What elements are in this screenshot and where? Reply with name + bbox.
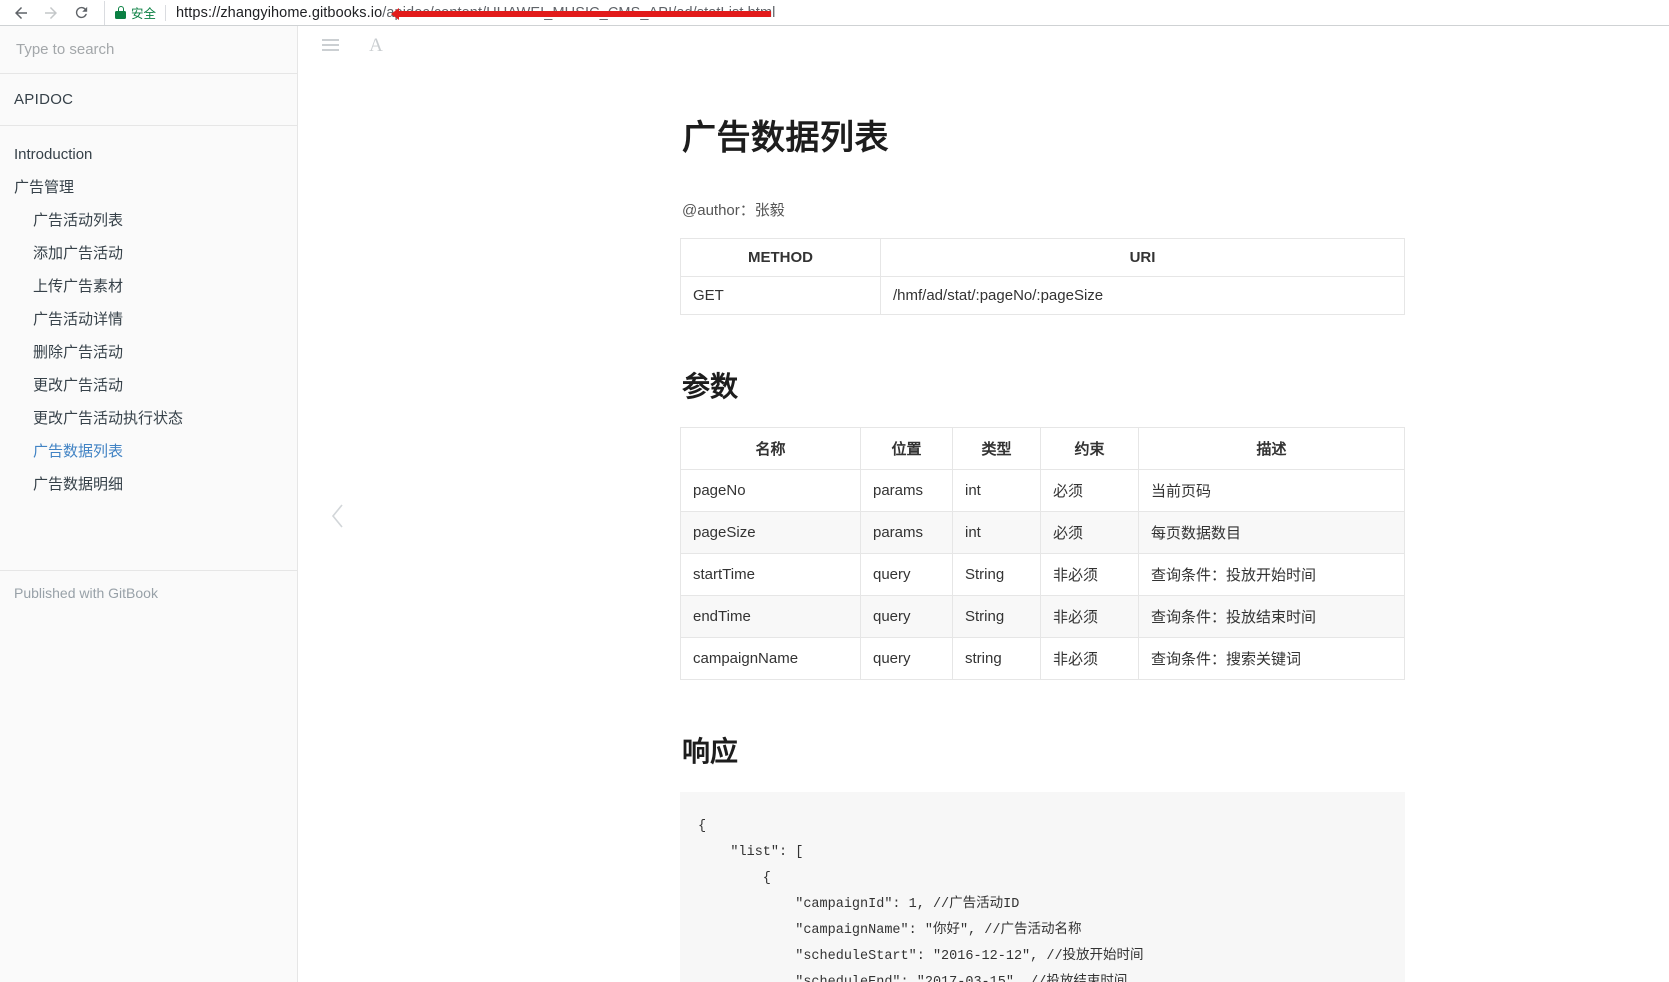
table-row: campaignName query string 非必须 查询条件：搜索关键词 [680,637,1405,680]
cell-param-constraint: 非必须 [1040,553,1139,596]
table-row: GET /hmf/ad/stat/:pageNo/:pageSize [680,276,1405,315]
reload-button[interactable] [66,1,96,25]
column-header-constraint: 约束 [1040,427,1139,470]
search-input[interactable] [14,40,283,59]
url-visible-part: https://zhangyihome.gitbooks.io [176,4,383,21]
cell-param-type: int [952,511,1041,554]
column-header-name: 名称 [680,427,861,470]
omnibox-divider [165,4,167,21]
table-row: pageNo params int 必须 当前页码 [680,469,1405,512]
sidebar-item-delete-campaign[interactable]: 删除广告活动 [0,336,297,369]
main-content-area: A 广告数据列表 @author：张毅 METHOD URI GET /hmf/… [298,26,1669,982]
cell-param-position: params [860,469,953,512]
cell-param-description: 查询条件：搜索关键词 [1138,637,1405,680]
cell-uri-value: /hmf/ad/stat/:pageNo/:pageSize [880,276,1405,315]
author-line: @author：张毅 [682,202,785,219]
cell-param-description: 查询条件：投放开始时间 [1138,553,1405,596]
cell-param-name: endTime [680,595,861,638]
sidebar-search-box[interactable] [0,26,297,74]
column-header-uri: URI [880,238,1405,277]
response-heading: 响应 [682,736,739,767]
sidebar-item-ad-data-detail[interactable]: 广告数据明细 [0,468,297,501]
sidebar-item-introduction[interactable]: Introduction [0,138,297,171]
cell-param-type: String [952,595,1041,638]
table-row: endTime query String 非必须 查询条件：投放结束时间 [680,595,1405,638]
cell-param-position: query [860,553,953,596]
content-toolbar: A [298,26,1669,64]
cell-param-description: 查询条件：投放结束时间 [1138,595,1405,638]
column-header-type: 类型 [952,427,1041,470]
table-row: pageSize params int 必须 每页数据数目 [680,511,1405,554]
reload-icon [75,6,87,19]
font-settings-button[interactable]: A [364,33,388,57]
cell-param-description: 每页数据数目 [1138,511,1405,554]
cell-param-constraint: 必须 [1040,511,1139,554]
sidebar: APIDOC Introduction 广告管理 广告活动列表 添加广告活动 上… [0,26,298,982]
params-heading: 参数 [682,371,739,402]
lock-icon [115,6,126,19]
redaction-annotation-arrow [391,7,772,20]
previous-page-button[interactable] [324,496,352,536]
response-code-block: { "list": [ { "campaignId": 1, //广告活动ID … [680,792,1405,982]
table-header-row: 名称 位置 类型 约束 描述 [680,427,1405,470]
column-header-description: 描述 [1138,427,1405,470]
cell-param-type: String [952,553,1041,596]
column-header-position: 位置 [860,427,953,470]
cell-param-constraint: 非必须 [1040,637,1139,680]
cell-param-name: pageNo [680,469,861,512]
page-title: 广告数据列表 [682,119,889,157]
document-content: 广告数据列表 @author：张毅 METHOD URI GET /hmf/ad… [680,64,1410,982]
cell-param-position: query [860,595,953,638]
chevron-left-icon [331,504,343,528]
cell-method-value: GET [680,276,881,315]
browser-toolbar: 安全 https://zhangyihome.gitbooks.io /apid… [0,0,1669,26]
forward-button[interactable] [36,1,66,25]
secure-label: 安全 [131,7,157,21]
sidebar-item-ad-management[interactable]: 广告管理 [0,171,297,204]
sidebar-item-update-campaign[interactable]: 更改广告活动 [0,369,297,402]
toggle-sidebar-button[interactable] [318,33,342,57]
cell-param-position: params [860,511,953,554]
page-body: APIDOC Introduction 广告管理 广告活动列表 添加广告活动 上… [0,26,1669,982]
cell-param-type: int [952,469,1041,512]
published-with-gitbook-label[interactable]: Published with GitBook [14,585,158,601]
table-row: startTime query String 非必须 查询条件：投放开始时间 [680,553,1405,596]
sidebar-item-add-campaign[interactable]: 添加广告活动 [0,237,297,270]
url-text-wrap: https://zhangyihome.gitbooks.io /apidoc/… [176,5,775,21]
hamburger-icon [321,39,339,51]
font-size-icon: A [369,34,383,56]
cell-param-name: startTime [680,553,861,596]
cell-param-name: pageSize [680,511,861,554]
cell-param-constraint: 必须 [1040,469,1139,512]
cell-param-position: query [860,637,953,680]
cell-param-name: campaignName [680,637,861,680]
forward-arrow-icon [45,6,57,19]
method-uri-table: METHOD URI GET /hmf/ad/stat/:pageNo/:pag… [680,238,1405,315]
sidebar-nav-list: Introduction 广告管理 广告活动列表 添加广告活动 上传广告素材 广… [0,126,297,501]
sidebar-footer: Published with GitBook [0,570,297,982]
address-bar[interactable]: 安全 https://zhangyihome.gitbooks.io /apid… [104,0,1663,25]
table-header-row: METHOD URI [680,238,1405,277]
sidebar-item-upload-creative[interactable]: 上传广告素材 [0,270,297,303]
book-title: APIDOC [0,74,297,126]
sidebar-item-campaign-list[interactable]: 广告活动列表 [0,204,297,237]
cell-param-description: 当前页码 [1138,469,1405,512]
back-button[interactable] [6,1,36,25]
sidebar-item-campaign-detail[interactable]: 广告活动详情 [0,303,297,336]
parameters-table: 名称 位置 类型 约束 描述 pageNo params int 必须 当前页码 [680,427,1405,680]
cell-param-constraint: 非必须 [1040,595,1139,638]
sidebar-item-update-campaign-status[interactable]: 更改广告活动执行状态 [0,402,297,435]
back-arrow-icon [15,6,27,19]
column-header-method: METHOD [680,238,881,277]
sidebar-item-ad-data-list[interactable]: 广告数据列表 [0,435,297,468]
cell-param-type: string [952,637,1041,680]
